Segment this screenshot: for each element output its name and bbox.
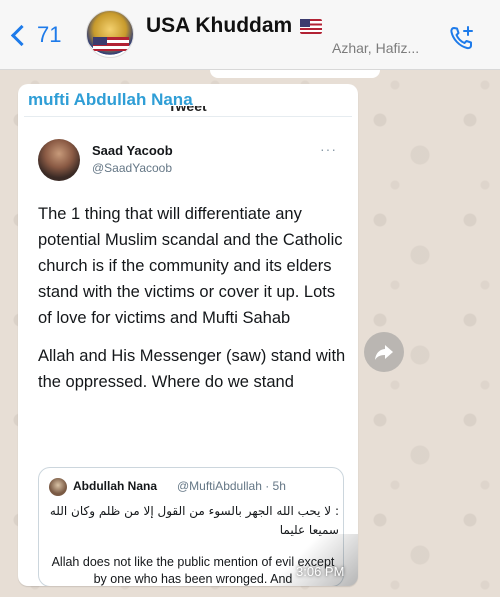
- tweet-paragraph: Allah and His Messenger (saw) stand with…: [38, 347, 346, 391]
- tweet-paragraph: The 1 thing that will differentiate any …: [38, 205, 343, 327]
- us-flag-icon: [300, 18, 323, 34]
- tweet-screenshot[interactable]: Saad Yacoob @SaadYacoob ··· The 1 thing …: [24, 116, 352, 586]
- forward-button[interactable]: [364, 332, 404, 372]
- message-timestamp: 3:06 PM: [296, 564, 345, 579]
- message-bubble[interactable]: mufti Abdullah Nana Tweet Saad Yacoob @S…: [18, 84, 358, 586]
- quoted-author-avatar: [49, 478, 67, 496]
- members-preview[interactable]: Azhar, Hafiz...: [332, 40, 419, 56]
- add-call-icon[interactable]: [448, 24, 476, 52]
- avatar-flag-canton: [93, 37, 107, 45]
- forward-arrow-icon: [375, 345, 393, 360]
- chevron-left-icon: [10, 24, 33, 46]
- tweet-author-name: Saad Yacoob: [92, 143, 173, 158]
- tweet-body: The 1 thing that will differentiate any …: [38, 201, 348, 407]
- tweet-author-handle: @SaadYacoob: [92, 161, 173, 175]
- chat-title[interactable]: USA Khuddam: [146, 14, 323, 38]
- back-button[interactable]: 71: [10, 22, 61, 48]
- tweet-header: Tweet: [168, 106, 207, 114]
- chat-header: 71 USA Khuddam Azhar, Hafiz...: [0, 0, 500, 70]
- quoted-author-name: Abdullah Nana: [73, 479, 158, 493]
- unread-count: 71: [37, 22, 62, 47]
- quoted-author-meta: @MuftiAbdullah · 5h: [177, 479, 286, 493]
- chat-title-text: USA Khuddam: [146, 14, 293, 37]
- group-avatar[interactable]: [86, 10, 134, 58]
- more-options-icon: ···: [320, 141, 337, 157]
- author-avatar: [38, 139, 80, 181]
